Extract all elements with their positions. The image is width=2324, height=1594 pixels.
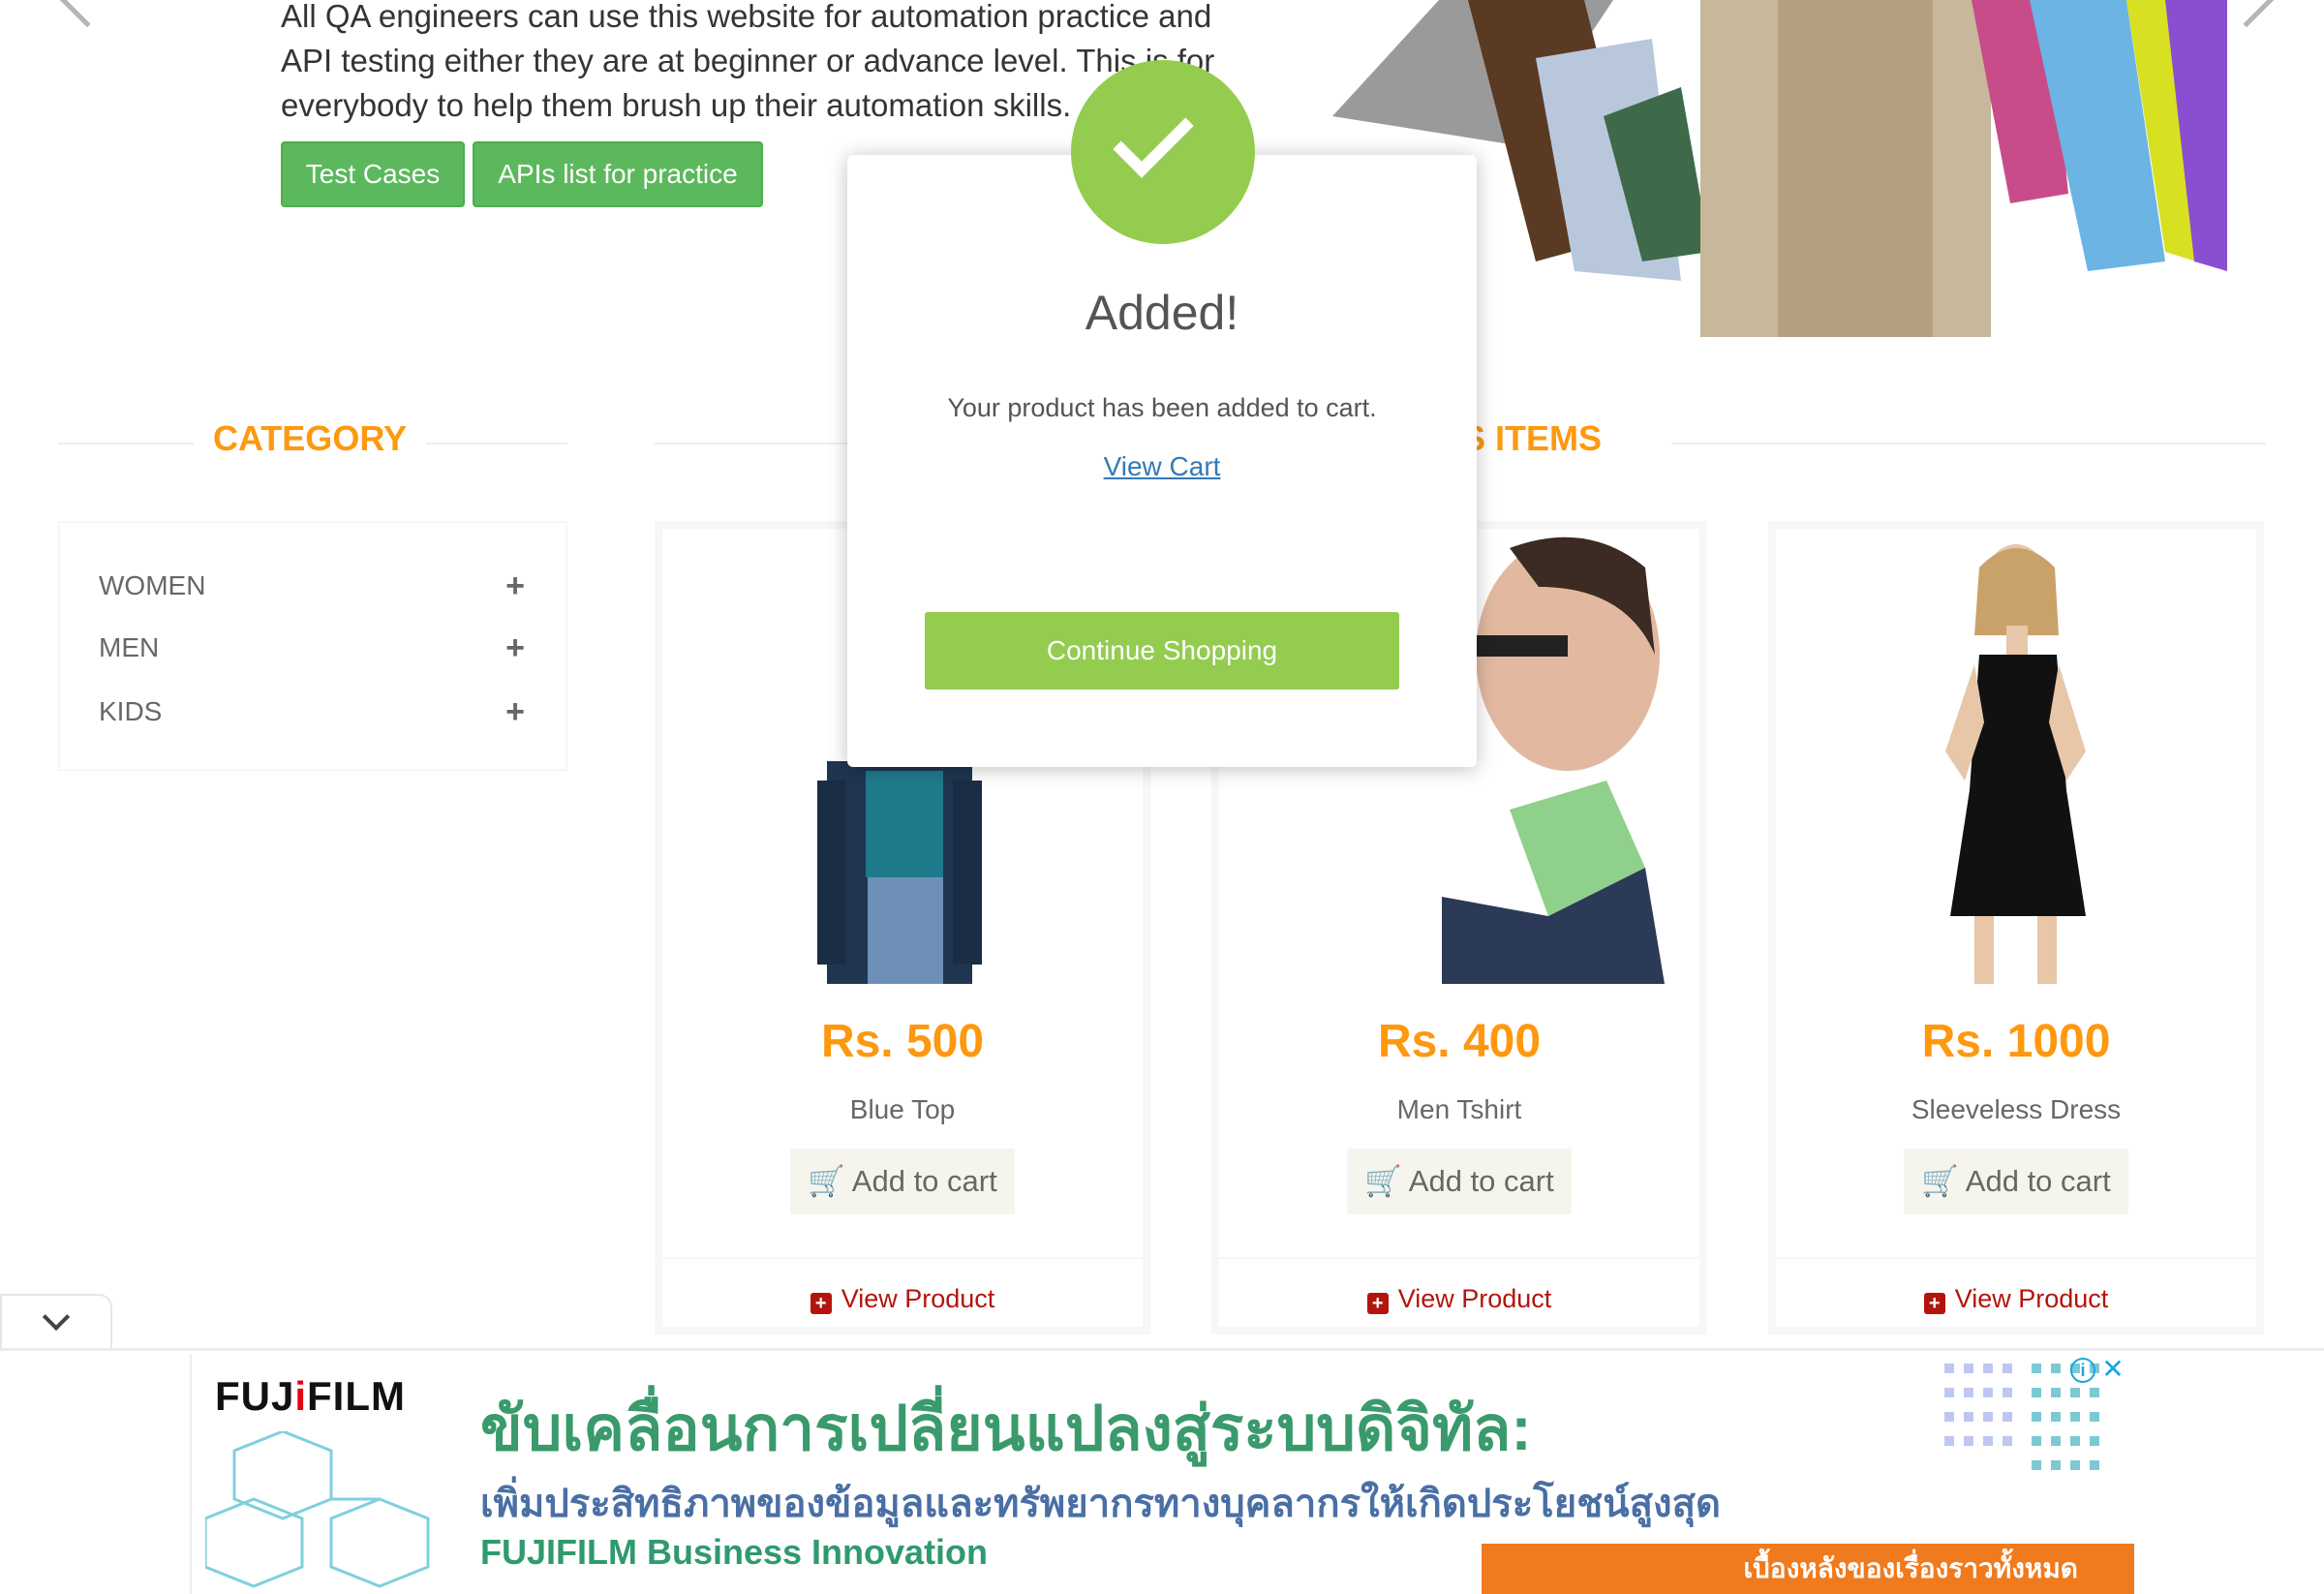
product-card: Rs. 1000 Sleeveless Dress 🛒 Add to cart …	[1768, 521, 2264, 1334]
ad-subline: เพิ่มประสิทธิภาพของข้อมูลและทรัพยากรทางบ…	[480, 1483, 1721, 1525]
chevron-down-icon	[42, 1303, 71, 1332]
ad-brand: FUJIFILM Business Innovation	[480, 1532, 989, 1572]
plus-square-icon: +	[1366, 1293, 1389, 1314]
modal-title: Added!	[1085, 286, 1239, 340]
ad-cta[interactable]: เบื้องหลังของเรื่องราวทั้งหมด	[1482, 1544, 2134, 1594]
product-name: Blue Top	[849, 1094, 956, 1124]
ad-headline: ขับเคลื่อนการเปลี่ยนแปลงสู่ระบบดิจิทัล:	[480, 1394, 1532, 1463]
cart-icon: 🛒	[808, 1164, 845, 1198]
add-to-cart-button[interactable]: 🛒 Add to cart	[790, 1149, 1015, 1214]
category-title: CATEGORY	[194, 418, 426, 459]
features-title-line-right	[1671, 443, 2266, 444]
carousel-prev-icon[interactable]	[59, 0, 115, 28]
product-image	[1776, 529, 2256, 984]
ad-collapse-tab[interactable]	[0, 1294, 112, 1348]
plus-square-icon: +	[810, 1293, 832, 1314]
add-to-cart-button[interactable]: 🛒 Add to cart	[1347, 1149, 1572, 1214]
plus-square-icon: +	[1923, 1293, 1945, 1314]
plus-icon[interactable]: +	[505, 624, 525, 672]
product-name: Men Tshirt	[1396, 1094, 1522, 1124]
dot-pattern	[1944, 1364, 2099, 1470]
add-to-cart-button[interactable]: 🛒 Add to cart	[1904, 1149, 2128, 1214]
ad-logo: FUJiFILM	[215, 1373, 406, 1419]
test-cases-button[interactable]: Test Cases	[281, 141, 465, 207]
view-product-label: View Product	[1954, 1284, 2109, 1313]
view-product-link[interactable]: + View Product	[1219, 1284, 1699, 1314]
view-product-label: View Product	[1397, 1284, 1552, 1313]
category-item-label: MEN	[99, 632, 160, 662]
hexagon-graphic	[205, 1431, 430, 1588]
card-divider	[662, 1257, 1143, 1259]
category-panel: WOMEN + MEN + KIDS +	[58, 521, 567, 771]
category-item-men[interactable]: MEN +	[99, 624, 525, 672]
close-icon[interactable]: ✕	[2099, 1356, 2126, 1383]
add-to-cart-label: Add to cart	[1408, 1164, 1554, 1198]
add-to-cart-label: Add to cart	[851, 1164, 997, 1198]
info-icon[interactable]: i	[2070, 1358, 2095, 1383]
view-cart-link[interactable]: View Cart	[847, 451, 1477, 482]
ad-banner[interactable]: FUJiFILM ขับเคลื่อนการเปลี่ยนแปลงสู่ระบบ…	[190, 1354, 2134, 1594]
card-divider	[1776, 1257, 2256, 1259]
apis-list-button[interactable]: APIs list for practice	[473, 141, 763, 207]
category-item-label: KIDS	[99, 696, 163, 726]
success-check-icon	[1071, 60, 1255, 244]
carousel-next-icon[interactable]	[2218, 0, 2275, 28]
plus-icon[interactable]: +	[505, 688, 525, 736]
checkmark-icon	[1113, 97, 1194, 178]
product-price: Rs. 1000	[1921, 1016, 2111, 1067]
view-product-label: View Product	[841, 1284, 995, 1313]
add-to-cart-label: Add to cart	[1965, 1164, 2111, 1198]
product-price: Rs. 400	[1377, 1016, 1542, 1067]
category-item-women[interactable]: WOMEN +	[99, 562, 525, 610]
view-product-link[interactable]: + View Product	[1776, 1284, 2256, 1314]
features-items-title: S ITEMS	[1462, 418, 1603, 458]
continue-shopping-button[interactable]: Continue Shopping	[925, 612, 1399, 690]
card-divider	[1219, 1257, 1699, 1259]
view-product-link[interactable]: + View Product	[662, 1284, 1143, 1314]
cart-icon: 🛒	[1364, 1164, 1402, 1198]
product-price: Rs. 500	[820, 1016, 985, 1067]
plus-icon[interactable]: +	[505, 562, 525, 610]
added-to-cart-modal: Added! Your product has been added to ca…	[847, 155, 1477, 767]
category-item-kids[interactable]: KIDS +	[99, 688, 525, 736]
features-title-line-left	[655, 443, 848, 444]
product-name: Sleeveless Dress	[1911, 1094, 2122, 1124]
category-item-label: WOMEN	[99, 570, 206, 600]
modal-message: Your product has been added to cart.	[947, 393, 1377, 422]
cart-icon: 🛒	[1921, 1164, 1959, 1198]
